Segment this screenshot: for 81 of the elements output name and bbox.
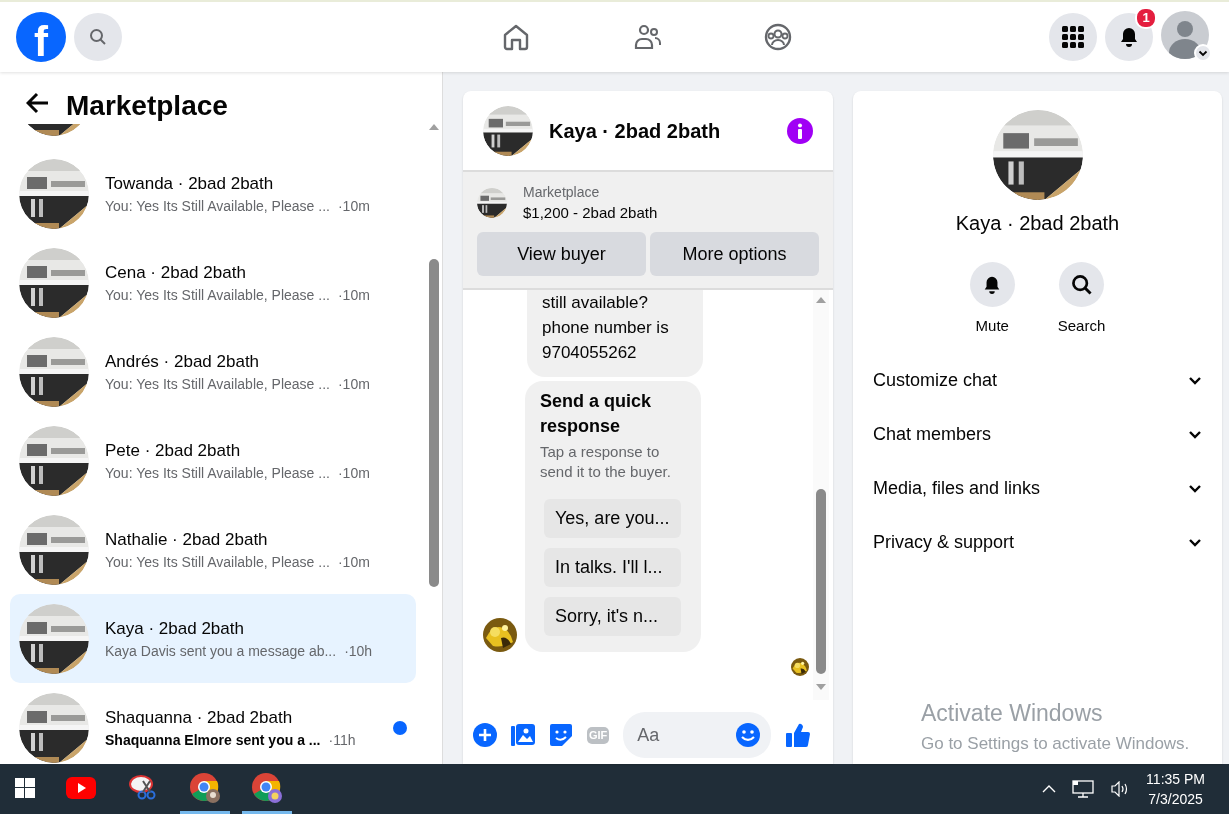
conversation-item[interactable]: Pete · 2bad 2bath You: Yes Its Still Available, Please ... ·10m (10, 416, 416, 506)
message-preview: You: Yes Its Still Available, Please ... (105, 553, 330, 573)
message-time: ·10m (337, 553, 370, 573)
message-time: ·10m (337, 375, 370, 395)
browser-icon (189, 771, 221, 804)
conversation-name: Cena · 2bad 2bath (105, 261, 247, 284)
contact-name: Kaya · 2bad 2bath (955, 211, 1120, 236)
accordion-item[interactable]: Customize chat (853, 353, 1222, 408)
message-time: ·10h (344, 642, 373, 662)
quick-reply-button[interactable]: In talks. I'll l... (544, 548, 681, 587)
conversation-name: Kaya · 2bad 2bath (105, 617, 245, 640)
chevron-down-icon (1188, 429, 1202, 440)
more-options-button[interactable]: More options (650, 232, 819, 276)
apps-menu-button[interactable] (1049, 13, 1097, 61)
listing-label: Marketplace (523, 183, 601, 202)
quick-reply-button[interactable]: Sorry, it's n... (544, 597, 681, 636)
action-label: Search (1057, 316, 1106, 336)
search-icon (1070, 273, 1093, 296)
conversation-name: Nathalie · 2bad 2bath (105, 528, 269, 551)
notifications-button[interactable] (1105, 13, 1153, 61)
search-button[interactable] (1059, 262, 1104, 307)
grid-icon (1062, 26, 1084, 48)
conversation-name: Shaquanna · 2bad 2bath (105, 706, 294, 729)
message-field[interactable]: Aa (623, 712, 772, 758)
sticker-icon[interactable] (549, 723, 573, 747)
conversation-item[interactable]: Towanda · 2bad 2bath You: Yes Its Still Available, Please ... ·10m (10, 149, 416, 239)
chat-title: Kaya · 2bad 2bath (549, 118, 721, 144)
logo[interactable]: f (16, 12, 66, 62)
info-icon[interactable] (787, 117, 813, 144)
unread-dot (393, 720, 407, 735)
message-time: ·10m (337, 286, 370, 306)
conversation-item[interactable]: Andrés · 2bad 2bath You: Yes Its Still Available, Please ... ·10m (10, 327, 416, 417)
like-icon[interactable] (785, 722, 812, 748)
scroll-up-icon[interactable] (429, 124, 439, 131)
photo-icon[interactable] (511, 723, 535, 747)
activation-title: Activate Windows (921, 699, 1104, 728)
message-time: ·10m (337, 464, 370, 484)
message-time: ·10m (337, 197, 370, 217)
message-time: ·11h (328, 731, 356, 751)
message-preview: You: Yes Its Still Available, Please ... (105, 464, 330, 484)
add-icon[interactable] (473, 723, 497, 747)
conversation-item[interactable]: Cena · 2bad 2bath You: Yes Its Still Available, Please ... ·10m (10, 238, 416, 328)
profile-avatar[interactable] (1161, 11, 1213, 63)
chevron-down-icon (1188, 375, 1202, 386)
chevron-up-icon[interactable] (1042, 785, 1057, 793)
quick-response-title: Send a quick response (540, 390, 653, 438)
notification-count: 1 (1135, 7, 1157, 29)
mute-button[interactable] (969, 262, 1015, 307)
activation-text: Go to Settings to activate Windows. (921, 732, 1190, 755)
action-label: Mute (975, 316, 1009, 336)
message-preview: You: Yes Its Still Available, Please ... (105, 286, 330, 306)
conversation-item[interactable]: Shaquanna · 2bad 2bath Shaquanna Elmore sent you a ... ·11h (10, 683, 416, 764)
listing-title[interactable]: $1,200 - 2bad 2bath (523, 202, 658, 224)
bell-icon (1118, 26, 1140, 48)
accordion-item[interactable]: Media, files and links (853, 461, 1222, 516)
search-icon (89, 28, 107, 46)
accordion-item[interactable]: Privacy & support (853, 515, 1222, 570)
conversation-name: Andrés · 2bad 2bath (105, 350, 261, 373)
accordion-item[interactable]: Chat members (853, 407, 1222, 462)
windows-icon[interactable] (15, 777, 35, 798)
message-bubble: still available? phone number is 9704055262 (527, 290, 703, 377)
view-buyer-button[interactable]: View buyer (477, 232, 646, 276)
quick-reply-button[interactable]: Yes, are you... (544, 499, 681, 538)
clock-date[interactable]: 7/3/2025 (1146, 789, 1205, 809)
youtube-icon (66, 776, 96, 799)
browser-icon (251, 771, 283, 804)
network-icon[interactable] (1072, 780, 1095, 798)
conversation-name: Towanda · 2bad 2bath (105, 172, 275, 195)
conversation-name: Pete · 2bad 2bath (105, 439, 242, 462)
quick-response-hint: Tap a response to send it to the buyer. (540, 442, 672, 482)
message-preview: Kaya Davis sent you a message ab... (105, 642, 337, 662)
message-preview: Shaquanna Elmore sent you a ... (105, 731, 321, 751)
clock-time[interactable]: 11:35 PM (1146, 769, 1205, 789)
conversation-item[interactable]: Kaya · 2bad 2bath Kaya Davis sent you a message ab... ·10h (10, 594, 416, 684)
chevron-down-icon (1188, 483, 1202, 494)
message-preview: You: Yes Its Still Available, Please ... (105, 375, 330, 395)
conversation-item[interactable]: Nathalie · 2bad 2bath You: Yes Its Still Available, Please ... ·10m (10, 505, 416, 595)
message-preview: You: Yes Its Still Available, Please ... (105, 197, 330, 217)
page-title: Marketplace (66, 88, 228, 123)
chevron-down-icon (1188, 537, 1202, 548)
emoji-icon[interactable] (735, 722, 762, 748)
